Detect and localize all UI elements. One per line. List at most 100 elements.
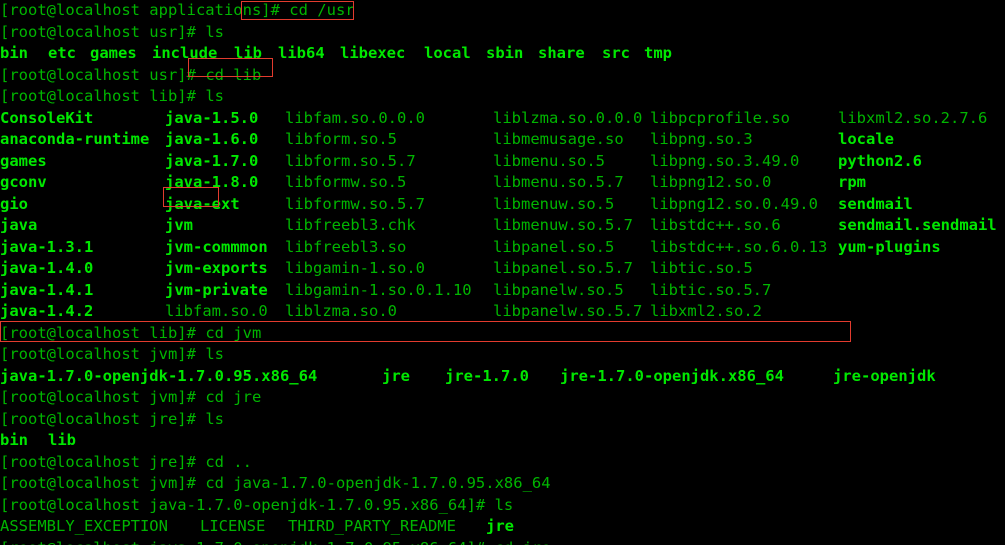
terminal-line-prompt: [root@localhost applications]# cd /usr [0, 0, 1005, 22]
ls-entry: liblzma.so.0.0.0 [493, 108, 643, 127]
ls-entry: libtic.so.5 [650, 259, 753, 277]
ls-entry: java-1.4.0 [0, 259, 94, 277]
ls-entry: yum-plugins [838, 237, 941, 256]
shell-command: cd jvm [205, 323, 262, 342]
terminal-line-ls-output: java-1.4.2 libfam.so.0 liblzma.so.0 libpane… [0, 301, 1005, 323]
ls-entry: src [602, 44, 630, 62]
ls-entry: libmenu.so.5 [493, 151, 605, 170]
terminal-line-ls-output: java-1.3.1 jvm-commmon libfreebl3.so libpan… [0, 237, 1005, 259]
ls-entry: locale [838, 130, 894, 148]
ls-entry: tmp [644, 44, 672, 62]
terminal-line-ls-output: bin lib [0, 430, 1005, 452]
shell-prompt: [root@localhost applications]# [0, 1, 290, 19]
ls-entry: libxml2.so.2 [650, 302, 762, 320]
ls-entry: local [424, 44, 471, 62]
ls-entry: sbin [486, 44, 524, 62]
ls-entry: libpng12.so.0.49.0 [650, 194, 818, 213]
ls-entry: gconv [0, 173, 47, 191]
terminal-line-ls-output: gio java-ext libformw.so.5.7 libmenuw.so.5 l… [0, 194, 1005, 216]
ls-entry: libmenu.so.5.7 [493, 173, 624, 191]
ls-entry: libpanelw.so.5.7 [493, 302, 643, 320]
ls-entry: anaconda-runtime [0, 130, 150, 148]
terminal-line-prompt: [root@localhost jre]# cd .. [0, 452, 1005, 474]
terminal-line-ls-output: gconv java-1.8.0 libformw.so.5 libmenu.so.5… [0, 172, 1005, 194]
ls-entry: libmenuw.so.5.7 [493, 216, 633, 234]
ls-entry: sendmail.sendmail [838, 216, 997, 234]
shell-command: cd jre [495, 539, 551, 545]
ls-entry: libpanel.so.5.7 [493, 259, 633, 277]
ls-entry: libfreebl3.chk [285, 216, 416, 234]
shell-command: cd jre [205, 388, 262, 406]
ls-entry: THIRD_PARTY_README [288, 517, 456, 535]
terminal-line-ls-output: ConsoleKit java-1.5.0 libfam.so.0.0.0 liblz… [0, 108, 1005, 130]
ls-entry: libfam.so.0 [165, 302, 268, 320]
ls-entry: LICENSE [200, 517, 266, 535]
ls-entry: libmenuw.so.5 [493, 194, 615, 213]
ls-entry: jvm [165, 216, 193, 234]
ls-entry: java-1.3.1 [0, 237, 94, 256]
shell-command: cd .. [205, 452, 252, 471]
terminal-line-ls-output: anaconda-runtime java-1.6.0 libform.so.5 li… [0, 129, 1005, 151]
ls-entry: libformw.so.5.7 [285, 194, 425, 213]
ls-entry: libpng12.so.0 [650, 173, 772, 191]
terminal-line-ls-output: java jvm libfreebl3.chk libmenuw.so.5.7 libs… [0, 215, 1005, 237]
ls-entry: libgamin-1.so.0.1.10 [285, 280, 472, 299]
ls-entry: libstdc++.so.6.0.13 [650, 237, 828, 256]
ls-entry: jre-1.7.0 [445, 366, 529, 385]
ls-entry: jvm-exports [165, 259, 268, 277]
ls-entry: jre-1.7.0-openjdk.x86_64 [560, 366, 784, 385]
ls-entry: include [152, 44, 218, 62]
ls-entry: libpng.so.3.49.0 [650, 151, 800, 170]
ls-entry: libformw.so.5 [285, 173, 407, 191]
ls-entry: liblzma.so.0 [285, 302, 397, 320]
ls-entry: libpcprofile.so [650, 108, 790, 127]
ls-entry: libtic.so.5.7 [650, 280, 772, 299]
ls-entry: java-1.4.2 [0, 302, 94, 320]
shell-prompt: [root@localhost lib]# [0, 87, 206, 105]
ls-entry: java-ext [165, 194, 240, 213]
ls-entry: libpanel.so.5 [493, 237, 615, 256]
terminal-line-prompt: [root@localhost java-1.7.0-openjdk-1.7.0… [0, 495, 1005, 517]
shell-prompt: [root@localhost jvm]# [0, 388, 206, 406]
terminal-line-ls-output: games java-1.7.0 libform.so.5.7 libmenu.so.… [0, 151, 1005, 173]
terminal-window[interactable]: [root@localhost applications]# cd /usr [r… [0, 0, 1005, 545]
ls-entry: libform.so.5.7 [285, 151, 416, 170]
ls-entry: libxml2.so.2.7.6 [838, 108, 988, 127]
shell-command: ls [205, 22, 224, 41]
ls-entry: jre-openjdk [833, 366, 936, 385]
ls-entry: bin [0, 431, 28, 449]
ls-entry: java [0, 216, 38, 234]
shell-command: cd java-1.7.0-openjdk-1.7.0.95.x86_64 [205, 474, 551, 492]
shell-prompt: [root@localhost usr]# [0, 65, 206, 84]
shell-command: ls [205, 409, 224, 428]
terminal-line-prompt: [root@localhost lib]# cd jvm [0, 323, 1005, 345]
ls-entry: libexec [340, 44, 406, 62]
ls-entry: etc [48, 44, 76, 62]
ls-entry: libpanelw.so.5 [493, 280, 624, 299]
terminal-line-prompt: [root@localhost usr]# ls [0, 22, 1005, 44]
shell-prompt: [root@localhost jre]# [0, 452, 206, 471]
ls-entry: libpng.so.3 [650, 130, 753, 148]
ls-entry: java-1.4.1 [0, 280, 94, 299]
shell-command: ls [494, 495, 514, 514]
shell-command: cd lib [205, 65, 262, 84]
ls-entry: libfreebl3.so [285, 237, 407, 256]
terminal-line-ls-output: java-1.7.0-openjdk-1.7.0.95.x86_64 jre jre… [0, 366, 1005, 388]
ls-entry: libmemusage.so [493, 130, 624, 148]
ls-entry: java-1.8.0 [165, 173, 259, 191]
ls-entry: python2.6 [838, 151, 922, 170]
ls-entry: libform.so.5 [285, 130, 397, 148]
ls-entry: lib [48, 431, 76, 449]
ls-entry: share [538, 44, 585, 62]
ls-entry: sendmail [838, 194, 913, 213]
shell-prompt: [root@localhost jre]# [0, 409, 206, 428]
ls-entry: java-1.5.0 [165, 108, 259, 127]
terminal-line-prompt: [root@localhost jvm]# cd jre [0, 387, 1005, 409]
shell-command: ls [205, 87, 224, 105]
terminal-line-prompt: [root@localhost jvm]# ls [0, 344, 1005, 366]
terminal-line-prompt: [root@localhost usr]# cd lib [0, 65, 1005, 87]
terminal-line-ls-output: ASSEMBLY_EXCEPTION LICENSE THIRD_PARTY_REA… [0, 516, 1005, 538]
ls-entry: libstdc++.so.6 [650, 216, 781, 234]
ls-entry: lib [234, 44, 262, 62]
terminal-line-ls-output: java-1.4.0 jvm-exports libgamin-1.so.0 libp… [0, 258, 1005, 280]
